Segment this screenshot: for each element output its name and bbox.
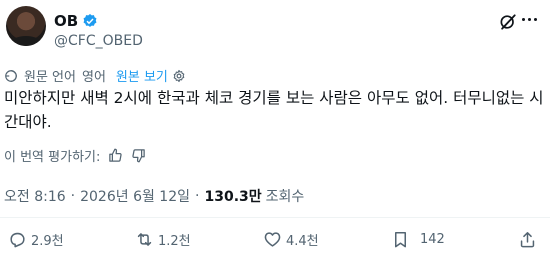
share-icon <box>520 232 535 248</box>
author-avatar[interactable] <box>6 6 46 46</box>
thumbs-down-icon[interactable] <box>131 148 146 163</box>
heart-icon <box>264 232 281 247</box>
view-original-link[interactable]: 원본 보기 <box>116 66 168 85</box>
thumbs-up-icon[interactable] <box>108 148 123 163</box>
views-button[interactable]: 142 <box>391 230 445 249</box>
divider <box>0 217 550 218</box>
grok-icon[interactable] <box>498 12 518 32</box>
more-options-icon[interactable] <box>522 18 537 21</box>
gear-icon[interactable] <box>172 69 186 83</box>
tweet-date[interactable]: 2026년 6월 12일 <box>80 186 190 206</box>
like-button[interactable]: 4.4천 <box>263 230 319 249</box>
bookmark-icon <box>394 232 407 248</box>
tweet-text: 미안하지만 새벽 2시에 한국과 체코 경기를 보는 사람은 아무도 없어. 터… <box>4 89 544 131</box>
translation-bar: 원문 언어 영어 원본 보기 <box>4 66 186 85</box>
reply-count: 2.9천 <box>31 234 64 249</box>
views-label: 조회수 <box>265 189 305 205</box>
reply-icon <box>10 232 25 248</box>
author-name[interactable]: OB <box>54 12 78 30</box>
author-handle[interactable]: @CFC_OBED <box>54 33 143 49</box>
source-language: 영어 <box>81 70 106 85</box>
bookmark-count: 142 <box>420 232 445 247</box>
like-count: 4.4천 <box>286 234 319 249</box>
repost-button[interactable]: 1.2천 <box>135 230 191 249</box>
reply-button[interactable]: 2.9천 <box>8 230 64 249</box>
author-name-row[interactable]: OB <box>54 12 98 30</box>
translate-icon <box>5 69 17 82</box>
rate-translation-row: 이 번역 평가하기: <box>4 146 146 165</box>
rate-translation-label: 이 번역 평가하기: <box>4 150 101 165</box>
source-language-label: 원문 언어 <box>24 70 76 85</box>
verified-badge-icon <box>83 14 97 27</box>
repost-count: 1.2천 <box>158 234 191 249</box>
views-count: 130.3만 <box>204 189 262 205</box>
share-button[interactable] <box>518 230 541 249</box>
tweet-time[interactable]: 오전 8:16 <box>4 186 66 206</box>
repost-icon <box>137 233 152 246</box>
action-bar: 2.9천 1.2천 4.4천 142 <box>0 230 550 250</box>
tweet-meta: 오전 8:16 · 2026년 6월 12일 · 130.3만 조회수 <box>4 186 305 206</box>
